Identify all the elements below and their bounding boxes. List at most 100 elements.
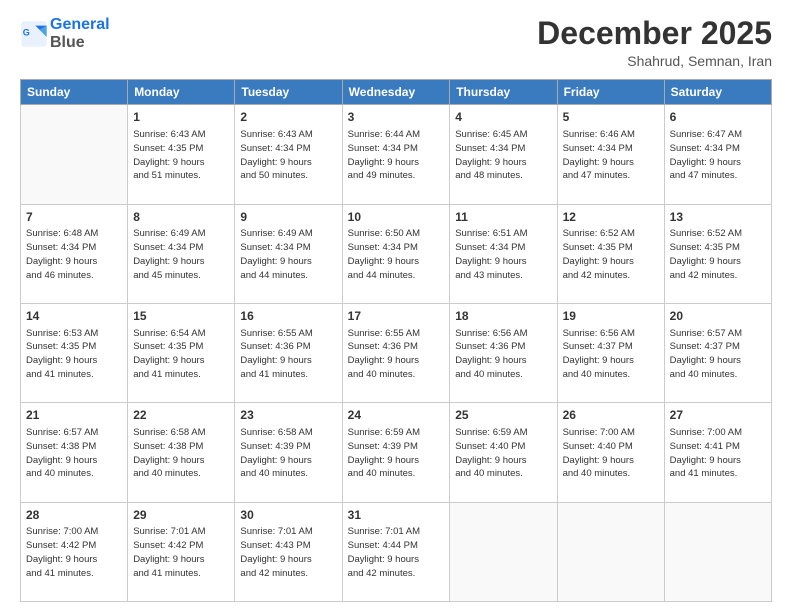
calendar-cell — [557, 502, 664, 601]
logo-icon: G — [20, 20, 48, 48]
day-header-monday: Monday — [128, 80, 235, 105]
day-number: 1 — [133, 109, 229, 126]
day-info: Sunrise: 6:45 AM Sunset: 4:34 PM Dayligh… — [455, 128, 551, 183]
calendar-cell: 22 Sunrise: 6:58 AM Sunset: 4:38 PM Dayli… — [128, 403, 235, 502]
calendar-cell: 27 Sunrise: 7:00 AM Sunset: 4:41 PM Dayli… — [664, 403, 771, 502]
day-number: 30 — [240, 507, 336, 524]
day-info: Sunrise: 6:59 AM Sunset: 4:39 PM Dayligh… — [348, 426, 445, 481]
day-number: 27 — [670, 407, 766, 424]
day-header-wednesday: Wednesday — [342, 80, 450, 105]
day-info: Sunrise: 6:53 AM Sunset: 4:35 PM Dayligh… — [26, 327, 122, 382]
calendar-cell — [21, 105, 128, 204]
calendar-cell: 6Sunrise: 6:47 AM Sunset: 4:34 PM Daylig… — [664, 105, 771, 204]
day-info: Sunrise: 6:57 AM Sunset: 4:37 PM Dayligh… — [670, 327, 766, 382]
day-info: Sunrise: 7:00 AM Sunset: 4:42 PM Dayligh… — [26, 525, 122, 580]
day-number: 4 — [455, 109, 551, 126]
day-number: 7 — [26, 209, 122, 226]
day-number: 21 — [26, 407, 122, 424]
day-number: 26 — [563, 407, 659, 424]
day-number: 17 — [348, 308, 445, 325]
logo: G General Blue — [20, 16, 110, 52]
day-info: Sunrise: 7:00 AM Sunset: 4:41 PM Dayligh… — [670, 426, 766, 481]
calendar-cell: 7Sunrise: 6:48 AM Sunset: 4:34 PM Daylig… — [21, 204, 128, 303]
day-number: 11 — [455, 209, 551, 226]
day-info: Sunrise: 6:58 AM Sunset: 4:38 PM Dayligh… — [133, 426, 229, 481]
calendar-cell: 16 Sunrise: 6:55 AM Sunset: 4:36 PM Dayli… — [235, 303, 342, 402]
calendar-cell: 24 Sunrise: 6:59 AM Sunset: 4:39 PM Dayli… — [342, 403, 450, 502]
day-number: 10 — [348, 209, 445, 226]
calendar-cell — [664, 502, 771, 601]
calendar-cell: 8Sunrise: 6:49 AM Sunset: 4:34 PM Daylig… — [128, 204, 235, 303]
day-number: 3 — [348, 109, 445, 126]
day-number: 24 — [348, 407, 445, 424]
day-header-saturday: Saturday — [664, 80, 771, 105]
day-info: Sunrise: 7:01 AM Sunset: 4:44 PM Dayligh… — [348, 525, 445, 580]
day-info: Sunrise: 6:49 AM Sunset: 4:34 PM Dayligh… — [240, 227, 336, 282]
calendar-cell: 21Sunrise: 6:57 AM Sunset: 4:38 PM Dayli… — [21, 403, 128, 502]
day-header-sunday: Sunday — [21, 80, 128, 105]
day-number: 20 — [670, 308, 766, 325]
day-info: Sunrise: 6:47 AM Sunset: 4:34 PM Dayligh… — [670, 128, 766, 183]
week-row-3: 14 Sunrise: 6:53 AM Sunset: 4:35 PM Dayli… — [21, 303, 772, 402]
calendar-cell: 4 Sunrise: 6:45 AM Sunset: 4:34 PM Daylig… — [450, 105, 557, 204]
day-number: 15 — [133, 308, 229, 325]
day-number: 19 — [563, 308, 659, 325]
calendar-cell: 12Sunrise: 6:52 AM Sunset: 4:35 PM Dayli… — [557, 204, 664, 303]
page: G General Blue December 2025 Shahrud, Se… — [0, 0, 792, 612]
calendar-cell: 10Sunrise: 6:50 AM Sunset: 4:34 PM Dayli… — [342, 204, 450, 303]
days-header-row: SundayMondayTuesdayWednesdayThursdayFrid… — [21, 80, 772, 105]
day-info: Sunrise: 6:43 AM Sunset: 4:35 PM Dayligh… — [133, 128, 229, 183]
calendar-subtitle: Shahrud, Semnan, Iran — [537, 53, 772, 69]
day-number: 22 — [133, 407, 229, 424]
day-info: Sunrise: 6:56 AM Sunset: 4:36 PM Dayligh… — [455, 327, 551, 382]
day-info: Sunrise: 6:58 AM Sunset: 4:39 PM Dayligh… — [240, 426, 336, 481]
day-info: Sunrise: 6:56 AM Sunset: 4:37 PM Dayligh… — [563, 327, 659, 382]
day-info: Sunrise: 6:54 AM Sunset: 4:35 PM Dayligh… — [133, 327, 229, 382]
calendar-cell: 5 Sunrise: 6:46 AM Sunset: 4:34 PM Daylig… — [557, 105, 664, 204]
day-number: 8 — [133, 209, 229, 226]
day-number: 12 — [563, 209, 659, 226]
calendar-cell: 30Sunrise: 7:01 AM Sunset: 4:43 PM Dayli… — [235, 502, 342, 601]
calendar-cell: 28Sunrise: 7:00 AM Sunset: 4:42 PM Dayli… — [21, 502, 128, 601]
day-header-thursday: Thursday — [450, 80, 557, 105]
calendar-cell: 19 Sunrise: 6:56 AM Sunset: 4:37 PM Dayli… — [557, 303, 664, 402]
day-header-tuesday: Tuesday — [235, 80, 342, 105]
day-number: 16 — [240, 308, 336, 325]
title-block: December 2025 Shahrud, Semnan, Iran — [537, 16, 772, 69]
day-number: 25 — [455, 407, 551, 424]
calendar-cell: 15 Sunrise: 6:54 AM Sunset: 4:35 PM Dayli… — [128, 303, 235, 402]
day-number: 28 — [26, 507, 122, 524]
day-number: 18 — [455, 308, 551, 325]
day-number: 5 — [563, 109, 659, 126]
day-info: Sunrise: 6:59 AM Sunset: 4:40 PM Dayligh… — [455, 426, 551, 481]
day-number: 13 — [670, 209, 766, 226]
calendar-cell: 13Sunrise: 6:52 AM Sunset: 4:35 PM Dayli… — [664, 204, 771, 303]
calendar-table: SundayMondayTuesdayWednesdayThursdayFrid… — [20, 79, 772, 602]
calendar-cell: 17 Sunrise: 6:55 AM Sunset: 4:36 PM Dayli… — [342, 303, 450, 402]
calendar-title: December 2025 — [537, 16, 772, 51]
day-info: Sunrise: 6:50 AM Sunset: 4:34 PM Dayligh… — [348, 227, 445, 282]
day-number: 29 — [133, 507, 229, 524]
calendar-cell: 25 Sunrise: 6:59 AM Sunset: 4:40 PM Dayli… — [450, 403, 557, 502]
calendar-cell: 20 Sunrise: 6:57 AM Sunset: 4:37 PM Dayli… — [664, 303, 771, 402]
calendar-cell: 2 Sunrise: 6:43 AM Sunset: 4:34 PM Daylig… — [235, 105, 342, 204]
day-info: Sunrise: 7:01 AM Sunset: 4:43 PM Dayligh… — [240, 525, 336, 580]
day-info: Sunrise: 6:49 AM Sunset: 4:34 PM Dayligh… — [133, 227, 229, 282]
day-info: Sunrise: 6:46 AM Sunset: 4:34 PM Dayligh… — [563, 128, 659, 183]
week-row-1: 1 Sunrise: 6:43 AM Sunset: 4:35 PM Daylig… — [21, 105, 772, 204]
calendar-cell — [450, 502, 557, 601]
day-info: Sunrise: 6:55 AM Sunset: 4:36 PM Dayligh… — [240, 327, 336, 382]
day-number: 14 — [26, 308, 122, 325]
day-info: Sunrise: 7:01 AM Sunset: 4:42 PM Dayligh… — [133, 525, 229, 580]
calendar-cell: 14 Sunrise: 6:53 AM Sunset: 4:35 PM Dayli… — [21, 303, 128, 402]
day-info: Sunrise: 6:43 AM Sunset: 4:34 PM Dayligh… — [240, 128, 336, 183]
week-row-5: 28Sunrise: 7:00 AM Sunset: 4:42 PM Dayli… — [21, 502, 772, 601]
day-number: 2 — [240, 109, 336, 126]
calendar-cell: 9Sunrise: 6:49 AM Sunset: 4:34 PM Daylig… — [235, 204, 342, 303]
day-info: Sunrise: 6:55 AM Sunset: 4:36 PM Dayligh… — [348, 327, 445, 382]
header: G General Blue December 2025 Shahrud, Se… — [20, 16, 772, 69]
day-number: 9 — [240, 209, 336, 226]
day-info: Sunrise: 6:52 AM Sunset: 4:35 PM Dayligh… — [563, 227, 659, 282]
svg-text:G: G — [23, 27, 30, 37]
logo-text: General Blue — [50, 16, 110, 52]
